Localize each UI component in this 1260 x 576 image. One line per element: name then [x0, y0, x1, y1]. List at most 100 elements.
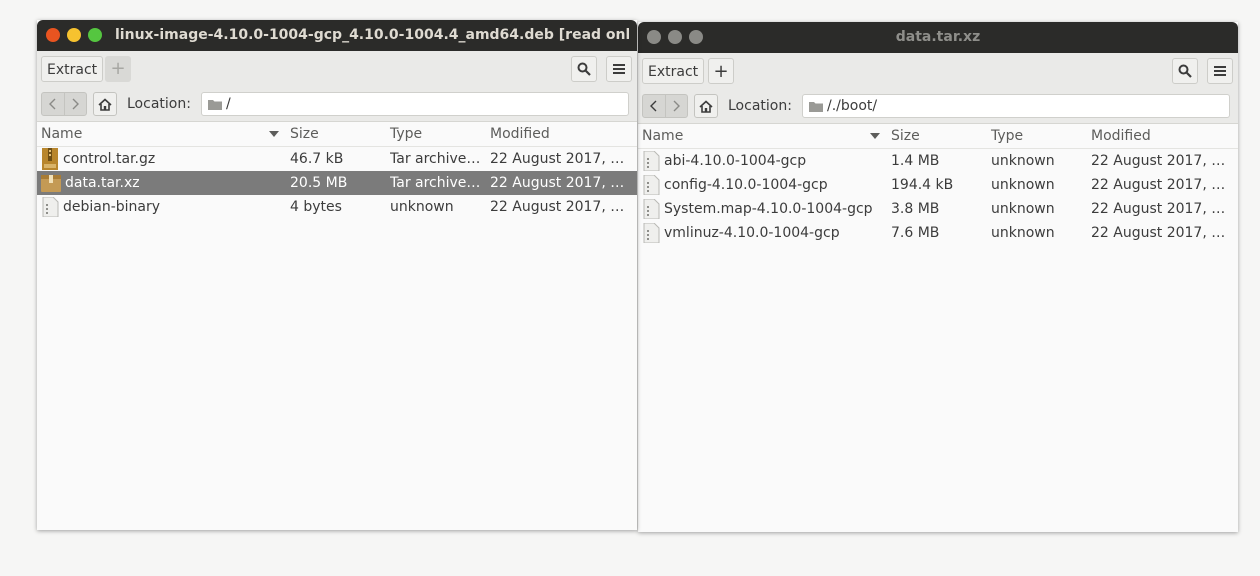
file-row[interactable]: System.map-4.10.0-1004-gcp 3.8 MB unknow… [638, 197, 1238, 221]
file-type: unknown [991, 225, 1055, 241]
location-bar: Location: / [37, 87, 637, 122]
file-name-cell: vmlinuz-4.10.0-1004-gcp [642, 221, 882, 245]
toolbar: Extract + [37, 51, 637, 87]
file-name-cell: control.tar.gz [41, 147, 281, 171]
file-modified: 22 August 2017, 04… [1091, 225, 1234, 241]
home-button[interactable] [93, 92, 117, 116]
location-label: Location: [728, 98, 792, 114]
back-button[interactable] [42, 93, 65, 115]
back-button[interactable] [643, 95, 666, 117]
file-size: 7.6 MB [891, 225, 940, 241]
archive-window-deb: linux-image-4.10.0-1004-gcp_4.10.0-1004.… [37, 20, 637, 530]
binary-file-icon [643, 223, 660, 243]
file-modified: 22 August 2017, 04… [490, 199, 633, 215]
file-type: unknown [390, 199, 454, 215]
file-size: 3.8 MB [891, 201, 940, 217]
search-button[interactable] [1172, 58, 1198, 84]
file-modified: 22 August 2017, 04… [490, 151, 633, 167]
file-size: 1.4 MB [891, 153, 940, 169]
minimize-button[interactable] [67, 28, 81, 42]
binary-file-icon [42, 197, 59, 217]
forward-button[interactable] [666, 95, 688, 117]
add-files-button[interactable]: + [708, 58, 734, 84]
file-size: 4 bytes [290, 199, 342, 215]
file-name-cell: data.tar.xz [41, 171, 281, 195]
extract-button[interactable]: Extract [41, 56, 104, 82]
folder-icon [208, 99, 222, 110]
forward-button[interactable] [65, 93, 87, 115]
folder-icon [809, 101, 823, 112]
file-modified: 22 August 2017, 04… [1091, 177, 1234, 193]
home-icon [98, 97, 112, 111]
window-controls [46, 28, 102, 42]
file-type: unknown [991, 201, 1055, 217]
file-size: 20.5 MB [290, 175, 348, 191]
column-type[interactable]: Type [991, 124, 1023, 148]
file-row[interactable]: config-4.10.0-1004-gcp 194.4 kB unknown … [638, 173, 1238, 197]
search-icon [577, 62, 591, 76]
file-list: Name Size Type Modified abi-4.10.0-1004-… [638, 124, 1238, 245]
file-name: data.tar.xz [65, 175, 140, 191]
binary-file-icon [643, 151, 660, 171]
file-name: abi-4.10.0-1004-gcp [664, 153, 807, 169]
file-type: Tar archive … [390, 175, 482, 191]
navigation-buttons [41, 92, 87, 116]
column-name[interactable]: Name [642, 124, 683, 148]
location-field[interactable]: / [201, 92, 629, 116]
column-modified[interactable]: Modified [1091, 124, 1151, 148]
file-type: unknown [991, 177, 1055, 193]
file-name: config-4.10.0-1004-gcp [664, 177, 828, 193]
title-bar[interactable]: data.tar.xz [638, 22, 1238, 53]
file-size: 194.4 kB [891, 177, 954, 193]
column-name[interactable]: Name [41, 122, 82, 146]
file-name: vmlinuz-4.10.0-1004-gcp [664, 225, 840, 241]
location-field[interactable]: /./boot/ [802, 94, 1230, 118]
file-row[interactable]: control.tar.gz 46.7 kB Tar archive … 22 … [37, 147, 637, 171]
file-name: control.tar.gz [63, 151, 156, 167]
column-size[interactable]: Size [891, 124, 920, 148]
navigation-buttons [642, 94, 688, 118]
toolbar: Extract + [638, 53, 1238, 89]
file-name: System.map-4.10.0-1004-gcp [664, 201, 873, 217]
file-type: unknown [991, 153, 1055, 169]
file-list: Name Size Type Modified control.tar.gz 4… [37, 122, 637, 219]
location-path: / [226, 96, 231, 112]
column-modified[interactable]: Modified [490, 122, 550, 146]
file-type: Tar archive … [390, 151, 482, 167]
close-button[interactable] [46, 28, 60, 42]
home-icon [699, 99, 713, 113]
home-button[interactable] [694, 94, 718, 118]
file-name-cell: debian-binary [41, 195, 281, 219]
menu-button[interactable] [1207, 58, 1233, 84]
column-type[interactable]: Type [390, 122, 422, 146]
file-name-cell: System.map-4.10.0-1004-gcp [642, 197, 882, 221]
column-size[interactable]: Size [290, 122, 319, 146]
maximize-button[interactable] [88, 28, 102, 42]
file-row[interactable]: vmlinuz-4.10.0-1004-gcp 7.6 MB unknown 2… [638, 221, 1238, 245]
location-path: /./boot/ [827, 98, 878, 114]
search-button[interactable] [571, 56, 597, 82]
file-row[interactable]: debian-binary 4 bytes unknown 22 August … [37, 195, 637, 219]
package-archive-icon [41, 175, 61, 192]
file-modified: 22 August 2017, 04… [1091, 153, 1234, 169]
title-bar[interactable]: linux-image-4.10.0-1004-gcp_4.10.0-1004.… [37, 20, 637, 51]
extract-button[interactable]: Extract [642, 58, 705, 84]
column-header: Name Size Type Modified [638, 124, 1238, 149]
file-row-selected[interactable]: data.tar.xz 20.5 MB Tar archive … 22 Aug… [37, 171, 637, 195]
add-files-button[interactable]: + [105, 56, 131, 82]
sort-descending-icon [269, 131, 279, 137]
binary-file-icon [643, 199, 660, 219]
tgz-archive-icon [42, 148, 58, 170]
menu-button[interactable] [606, 56, 632, 82]
hamburger-menu-icon [613, 64, 625, 74]
window-title: linux-image-4.10.0-1004-gcp_4.10.0-1004.… [115, 27, 629, 43]
search-icon [1178, 64, 1192, 78]
column-header: Name Size Type Modified [37, 122, 637, 147]
location-label: Location: [127, 96, 191, 112]
chevron-left-icon [48, 98, 56, 110]
file-size: 46.7 kB [290, 151, 344, 167]
chevron-right-icon [72, 98, 80, 110]
file-row[interactable]: abi-4.10.0-1004-gcp 1.4 MB unknown 22 Au… [638, 149, 1238, 173]
archive-window-data-tar-xz: data.tar.xz Extract + Location: /./boot/ [638, 22, 1238, 532]
file-name: debian-binary [63, 199, 161, 215]
